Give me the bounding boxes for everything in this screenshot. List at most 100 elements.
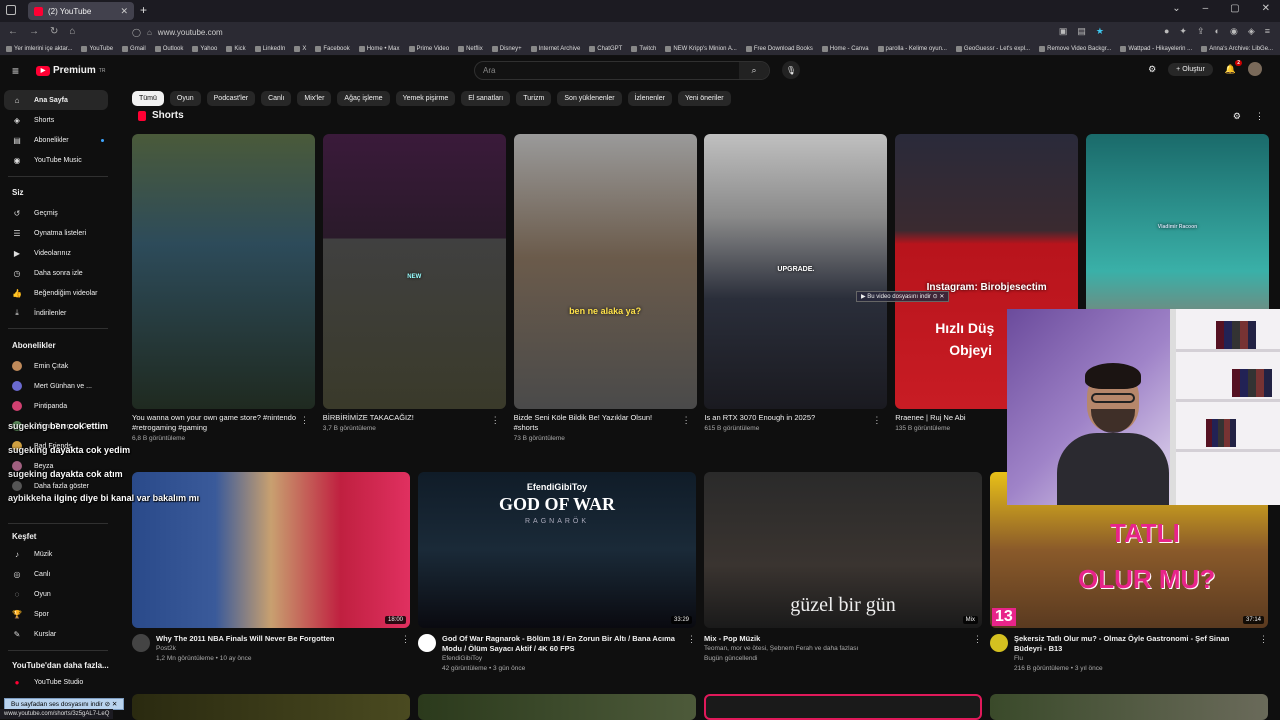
chevron-down-icon[interactable]: ⌄ — [1172, 3, 1180, 14]
bookmark-item[interactable]: Facebook — [315, 45, 350, 52]
filter-chip[interactable]: El sanatları — [461, 91, 511, 106]
filter-chip[interactable]: Oyun — [169, 91, 201, 106]
video-title[interactable]: God Of War Ragnarok - Bölüm 18 / En Zoru… — [442, 634, 680, 654]
partial-thumb-2[interactable] — [418, 694, 696, 720]
bookmark-item[interactable]: YouTube — [81, 45, 113, 52]
channel-name[interactable]: Teoman, mor ve ötesi, Şebnem Ferah ve da… — [704, 644, 982, 654]
menu-icon[interactable]: ≡ — [1265, 26, 1270, 37]
filter-chip[interactable]: Yemek pişirme — [395, 91, 456, 106]
reader-icon[interactable]: ▤ — [1077, 26, 1086, 37]
back-icon[interactable]: ← — [8, 26, 18, 37]
sidebar-item[interactable]: ▤ Abonelikler — [4, 130, 108, 150]
short-thumbnail[interactable]: NEW — [322, 134, 506, 409]
sidebar-section-title[interactable]: Abonelikler — [12, 341, 56, 350]
share-icon[interactable]: ⇪ — [1197, 26, 1205, 37]
more-icon[interactable]: ⋮ — [1255, 111, 1264, 122]
filter-chip[interactable]: Ağaç işleme — [337, 91, 390, 106]
filter-chip[interactable]: Canlı — [261, 91, 292, 106]
sidebar-item[interactable]: ✎ Kurslar — [4, 624, 108, 644]
browser-tab[interactable]: (2) YouTube ✕ — [28, 2, 134, 20]
bookmark-item[interactable]: Twitch — [631, 45, 656, 52]
video-thumbnail[interactable]: EfendiGibiToy GOD OF WAR RAGNARÖK 33:29 — [418, 472, 696, 628]
more-options-icon[interactable]: ⋮ — [872, 415, 881, 426]
lock-icon[interactable]: ⌂ — [147, 28, 152, 37]
extension-puzzle-icon[interactable]: ✦ — [1179, 26, 1187, 37]
more-options-icon[interactable]: ⋮ — [687, 634, 696, 645]
bookmark-star-icon[interactable]: ★ — [1096, 26, 1104, 37]
sidebar-item[interactable]: Pintipanda — [4, 396, 108, 416]
filter-chip[interactable]: Tümü — [132, 91, 164, 106]
video-title[interactable]: Şekersiz Tatlı Olur mu? - Olmaz Öyle Gas… — [1014, 634, 1252, 654]
bookmark-item[interactable]: parolla - Kelime oyun... — [877, 45, 947, 52]
bookmark-item[interactable]: Yahoo — [192, 45, 217, 52]
extension-icon[interactable]: ▣ — [1059, 26, 1068, 37]
short-card[interactable]: ben ne alaka ya? Bizde Seni Köle Bildik B… — [513, 134, 697, 442]
bookmark-item[interactable]: GeoGuessr - Let's expl... — [955, 45, 1030, 52]
more-options-icon[interactable]: ⋮ — [1259, 634, 1268, 645]
more-options-icon[interactable]: ⋮ — [973, 634, 982, 645]
channel-name[interactable]: Post2k — [156, 644, 410, 654]
partial-thumb-1[interactable] — [132, 694, 410, 720]
channel-name[interactable]: EfendiGibiToy — [442, 654, 696, 664]
url-field[interactable]: ◯ ⌂ www.youtube.com — [132, 25, 1132, 39]
sidebar-item[interactable]: Mert Günhan ve ... — [4, 376, 108, 396]
bookmark-item[interactable]: Prime Video — [408, 45, 449, 52]
bookmark-item[interactable]: ChatGPT — [589, 45, 622, 52]
sidebar-item[interactable]: ● YouTube Studio — [4, 672, 108, 692]
filter-chip[interactable]: İzlenenler — [627, 91, 672, 106]
bookmark-item[interactable]: Internet Archive — [530, 45, 580, 52]
more-options-icon[interactable]: ⋮ — [682, 415, 691, 426]
sidebar-section-title[interactable]: YouTube'dan daha fazla... — [12, 661, 109, 670]
close-window-icon[interactable]: ✕ — [1262, 3, 1270, 14]
sidebar-item[interactable]: 👍 Beğendiğim videolar — [4, 283, 108, 303]
search-button[interactable]: ⌕ — [739, 62, 769, 79]
create-button[interactable]: + Oluştur — [1168, 62, 1213, 76]
channel-avatar[interactable] — [132, 634, 150, 652]
bookmark-item[interactable]: Home • Max — [358, 45, 400, 52]
bookmark-item[interactable]: Kick — [226, 45, 246, 52]
new-tab-icon[interactable]: + — [140, 3, 147, 17]
sidebar-item[interactable]: ↺ Geçmiş — [4, 203, 108, 223]
short-thumbnail[interactable] — [132, 134, 315, 409]
filter-chip[interactable]: Yeni öneriler — [677, 91, 731, 106]
tab-list-icon[interactable] — [6, 5, 16, 15]
ext-a-icon[interactable]: ◉ — [1230, 26, 1238, 37]
short-card[interactable]: NEW BİRBİRİMİZE TAKACAĞIZ! 3,7 B görüntüle… — [322, 134, 506, 432]
sidebar-item[interactable]: 🏆 Spor — [4, 604, 108, 624]
maximize-icon[interactable]: ▢ — [1230, 3, 1239, 14]
video-title[interactable]: Why The 2011 NBA Finals Will Never Be Fo… — [156, 634, 394, 644]
account-icon[interactable]: ● — [1164, 26, 1169, 37]
search-input[interactable]: Ara ⌕ — [474, 61, 770, 80]
short-card[interactable]: You wanna own your own game store? #nint… — [132, 134, 315, 442]
sidebar-item[interactable]: ◈ Shorts — [4, 110, 108, 130]
shield-icon[interactable]: ◯ — [132, 28, 141, 37]
sidebar-item[interactable]: Emin Çıtak — [4, 356, 108, 376]
bookmark-item[interactable]: Gmail — [122, 45, 146, 52]
close-tab-icon[interactable]: ✕ — [120, 6, 128, 17]
bookmark-item[interactable]: Disney+ — [491, 45, 522, 52]
youtube-logo[interactable]: ▶ Premium TR — [36, 65, 105, 76]
video-title[interactable]: Mix - Pop Müzik — [704, 634, 942, 644]
more-options-icon[interactable]: ⋮ — [401, 634, 410, 645]
partial-thumb-4[interactable] — [990, 694, 1268, 720]
profile-icon[interactable]: ◐ — [1215, 26, 1220, 37]
reload-icon[interactable]: ↻ — [50, 26, 58, 37]
home-icon[interactable]: ⌂ — [69, 26, 75, 37]
sidebar-item[interactable]: ⤓ İndirilenler — [4, 303, 108, 323]
bookmark-item[interactable]: Outlook — [154, 45, 183, 52]
sidebar-section-title[interactable]: Keşfet — [12, 532, 36, 541]
sidebar-item[interactable]: ◎ Canlı — [4, 564, 108, 584]
more-options-icon[interactable]: ⋮ — [300, 415, 309, 426]
sidebar-item[interactable]: ◌ Oyun — [4, 584, 108, 604]
sidebar-item[interactable]: ⌂ Ana Sayfa — [4, 90, 108, 110]
notifications-icon[interactable]: 🔔 2 — [1225, 59, 1242, 75]
cast-icon[interactable]: ⚙ — [1148, 64, 1156, 75]
shorts-settings-icon[interactable]: ⚙ — [1233, 111, 1241, 122]
minimize-icon[interactable]: – — [1203, 3, 1209, 14]
short-thumbnail[interactable]: UPGRADE. — [704, 134, 888, 409]
sidebar-section-title[interactable]: Siz — [12, 188, 24, 197]
sidebar-item[interactable]: ♪ Müzik — [4, 544, 108, 564]
partial-thumb-3[interactable] — [704, 694, 982, 720]
filter-chip[interactable]: Podcast'ler — [206, 91, 256, 106]
video-card[interactable]: EfendiGibiToy GOD OF WAR RAGNARÖK 33:29 God … — [418, 472, 696, 674]
